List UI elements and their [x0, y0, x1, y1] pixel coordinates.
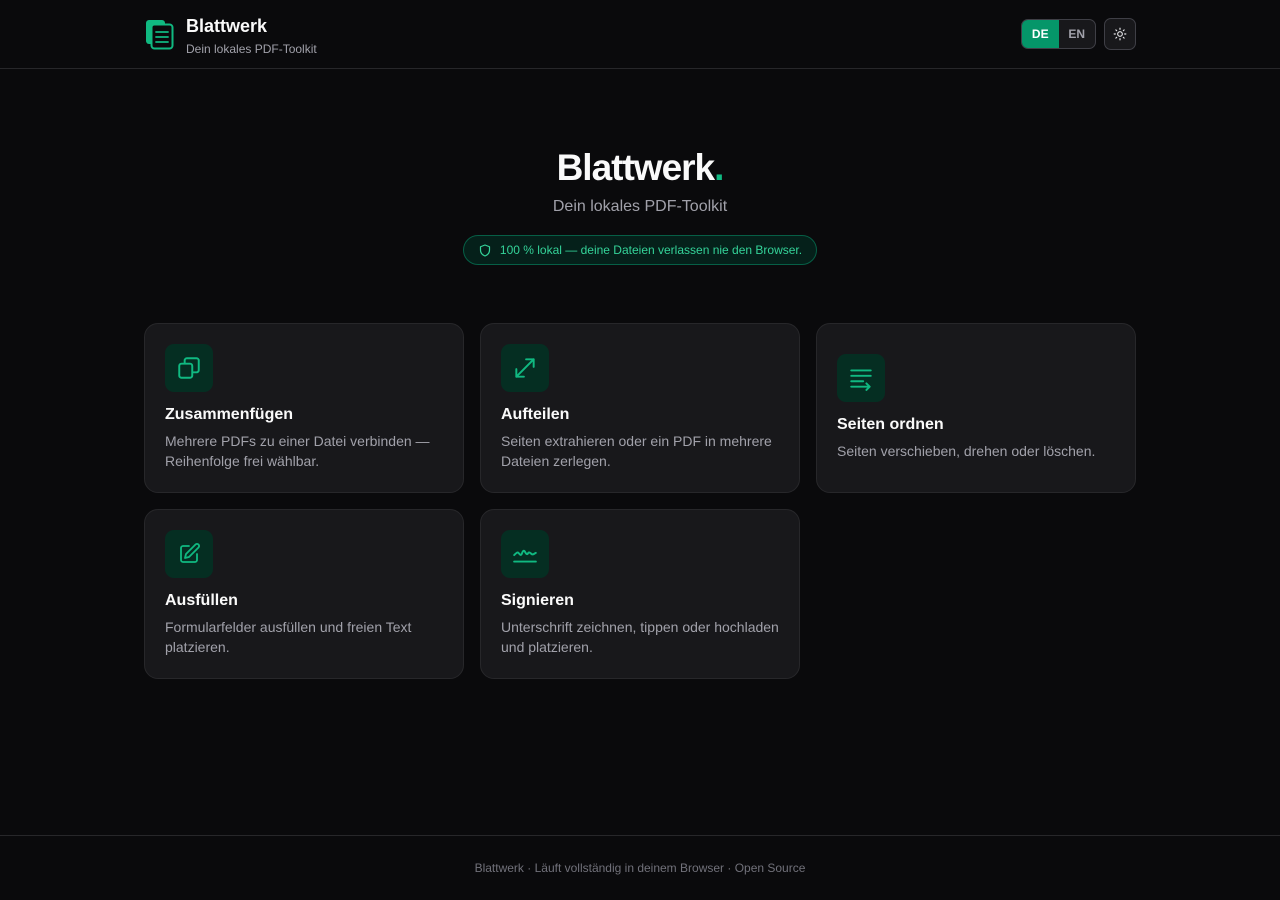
- brand-tagline: Dein lokales PDF-Toolkit: [186, 42, 317, 56]
- card-title: Signieren: [501, 592, 574, 609]
- hero-title-dot: .: [714, 147, 724, 188]
- card-description: Mehrere PDFs zu einer Datei verbinden — …: [165, 433, 430, 469]
- brand-name: Blattwerk: [186, 16, 268, 36]
- card-title: Seiten ordnen: [837, 416, 944, 433]
- card-icon-container: [165, 530, 213, 578]
- hero-subtitle: Dein lokales PDF-Toolkit: [552, 198, 728, 215]
- sun-icon: [1113, 27, 1127, 41]
- language-toggle: DE EN: [1021, 19, 1096, 49]
- tool-card-merge[interactable]: Zusammenfügen Mehrere PDFs zu einer Date…: [144, 323, 464, 493]
- card-icon-container: [501, 530, 549, 578]
- tool-card-split[interactable]: Aufteilen Seiten extrahieren oder ein PD…: [480, 323, 800, 493]
- footer-text: Blattwerk · Läuft vollständig in deinem …: [474, 861, 806, 875]
- tool-card-reorder[interactable]: Seiten ordnen Seiten verschieben, drehen…: [816, 323, 1136, 493]
- hero-title-text: Blattwerk: [556, 147, 716, 188]
- app-header: Blattwerk Dein lokales PDF-Toolkit DE EN: [0, 0, 1280, 69]
- hero-title: Blattwerk.: [0, 146, 1280, 190]
- app-footer: Blattwerk · Läuft vollständig in deinem …: [0, 835, 1280, 900]
- card-icon-container: [165, 344, 213, 392]
- theme-toggle-button[interactable]: [1104, 18, 1136, 50]
- card-title: Aufteilen: [501, 406, 570, 423]
- badge-text: 100 % lokal — deine Dateien verlassen ni…: [499, 243, 803, 257]
- card-description: Unterschrift zeichnen, tippen oder hochl…: [501, 619, 779, 655]
- card-icon-container: [837, 354, 885, 402]
- card-title: Zusammenfügen: [165, 406, 294, 423]
- shield-icon: [479, 243, 491, 257]
- merge-icon: [178, 357, 200, 379]
- card-description: Formularfelder ausfüllen und freien Text…: [165, 619, 412, 655]
- lang-en-button[interactable]: EN: [1059, 20, 1096, 48]
- hero-section: Blattwerk. Dein lokales PDF-Toolkit 100 …: [0, 146, 1280, 265]
- card-description: Seiten verschieben, drehen oder löschen.: [837, 443, 1096, 459]
- document-logo-icon: [146, 20, 174, 50]
- signature-icon: [513, 549, 537, 563]
- split-icon: [515, 358, 535, 378]
- local-privacy-badge: 100 % lokal — deine Dateien verlassen ni…: [462, 235, 818, 265]
- card-description: Seiten extrahieren oder ein PDF in mehre…: [501, 433, 772, 469]
- tool-card-sign[interactable]: Signieren Unterschrift zeichnen, tippen …: [480, 509, 800, 679]
- card-title: Ausfüllen: [165, 592, 238, 609]
- brand[interactable]: Blattwerk Dein lokales PDF-Toolkit: [145, 17, 317, 56]
- lang-de-button[interactable]: DE: [1022, 20, 1059, 48]
- reorder-icon: [850, 369, 872, 391]
- edit-icon: [180, 543, 200, 563]
- tool-card-fill[interactable]: Ausfüllen Formularfelder ausfüllen und f…: [144, 509, 464, 679]
- card-icon-container: [501, 344, 549, 392]
